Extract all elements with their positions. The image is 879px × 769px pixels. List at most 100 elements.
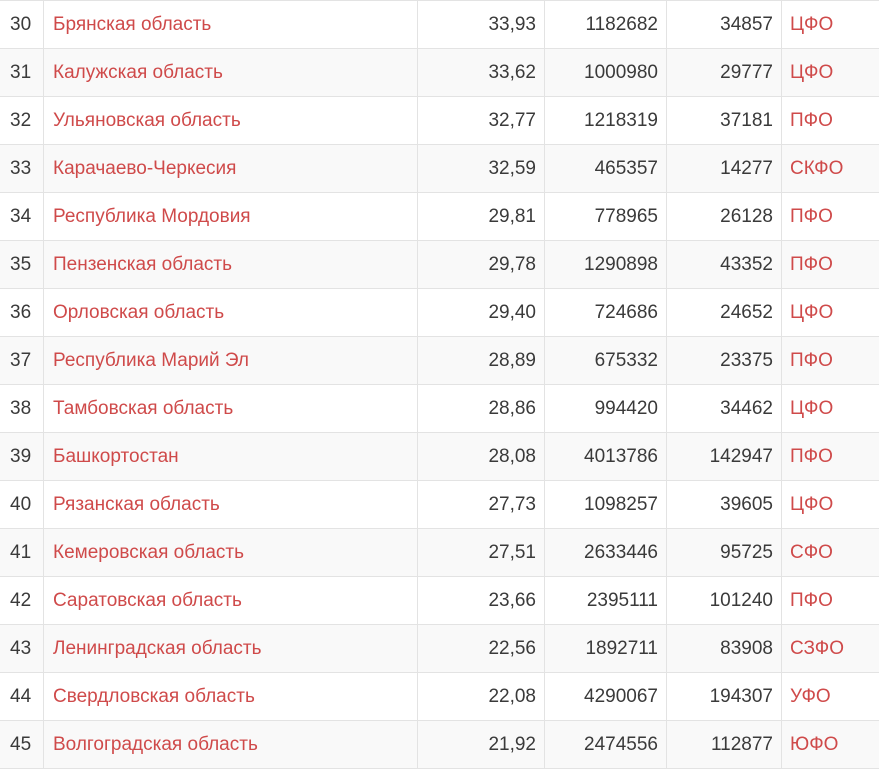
district-cell: ЦФО xyxy=(782,289,879,337)
district-link[interactable]: ПФО xyxy=(790,350,833,371)
table-row: 41 Кемеровская область 27,51 2633446 957… xyxy=(0,529,879,577)
count-cell: 34857 xyxy=(667,1,782,49)
count-cell: 194307 xyxy=(667,673,782,721)
district-link[interactable]: ПФО xyxy=(790,206,833,227)
district-link[interactable]: ЮФО xyxy=(790,734,838,755)
rank-cell: 43 xyxy=(0,625,44,673)
region-link[interactable]: Республика Мордовия xyxy=(53,206,251,227)
table-row: 36 Орловская область 29,40 724686 24652 … xyxy=(0,289,879,337)
population-cell: 675332 xyxy=(545,337,667,385)
table-row: 31 Калужская область 33,62 1000980 29777… xyxy=(0,49,879,97)
district-link[interactable]: ЦФО xyxy=(790,14,833,35)
region-link[interactable]: Ленинградская область xyxy=(53,638,262,659)
percent-cell: 28,86 xyxy=(418,385,545,433)
table-row: 32 Ульяновская область 32,77 1218319 371… xyxy=(0,97,879,145)
count-cell: 43352 xyxy=(667,241,782,289)
region-cell: Волгоградская область xyxy=(44,721,418,769)
percent-cell: 28,08 xyxy=(418,433,545,481)
percent-cell: 28,89 xyxy=(418,337,545,385)
district-cell: ПФО xyxy=(782,97,879,145)
table-row: 42 Саратовская область 23,66 2395111 101… xyxy=(0,577,879,625)
district-link[interactable]: УФО xyxy=(790,686,831,707)
count-cell: 112877 xyxy=(667,721,782,769)
district-link[interactable]: ПФО xyxy=(790,446,833,467)
district-cell: ПФО xyxy=(782,241,879,289)
percent-cell: 29,78 xyxy=(418,241,545,289)
percent-cell: 23,66 xyxy=(418,577,545,625)
region-cell: Ульяновская область xyxy=(44,97,418,145)
district-link[interactable]: ПФО xyxy=(790,590,833,611)
rank-cell: 41 xyxy=(0,529,44,577)
count-cell: 24652 xyxy=(667,289,782,337)
rank-cell: 44 xyxy=(0,673,44,721)
population-cell: 1290898 xyxy=(545,241,667,289)
percent-cell: 22,08 xyxy=(418,673,545,721)
population-cell: 4290067 xyxy=(545,673,667,721)
district-cell: ПФО xyxy=(782,577,879,625)
table-row: 30 Брянская область 33,93 1182682 34857 … xyxy=(0,1,879,49)
region-cell: Республика Мордовия xyxy=(44,193,418,241)
district-cell: ЦФО xyxy=(782,1,879,49)
district-link[interactable]: ЦФО xyxy=(790,62,833,83)
percent-cell: 22,56 xyxy=(418,625,545,673)
district-link[interactable]: ПФО xyxy=(790,254,833,275)
region-link[interactable]: Брянская область xyxy=(53,14,211,35)
rank-cell: 42 xyxy=(0,577,44,625)
region-link[interactable]: Рязанская область xyxy=(53,494,220,515)
population-cell: 724686 xyxy=(545,289,667,337)
district-link[interactable]: СКФО xyxy=(790,158,843,179)
region-link[interactable]: Кемеровская область xyxy=(53,542,244,563)
percent-cell: 32,59 xyxy=(418,145,545,193)
table-row: 40 Рязанская область 27,73 1098257 39605… xyxy=(0,481,879,529)
district-cell: ЦФО xyxy=(782,49,879,97)
district-cell: СКФО xyxy=(782,145,879,193)
district-link[interactable]: ПФО xyxy=(790,110,833,131)
percent-cell: 27,73 xyxy=(418,481,545,529)
region-link[interactable]: Пензенская область xyxy=(53,254,232,275)
district-cell: ЮФО xyxy=(782,721,879,769)
region-cell: Башкортостан xyxy=(44,433,418,481)
rank-cell: 35 xyxy=(0,241,44,289)
region-link[interactable]: Орловская область xyxy=(53,302,224,323)
table-row: 44 Свердловская область 22,08 4290067 19… xyxy=(0,673,879,721)
region-link[interactable]: Волгоградская область xyxy=(53,734,258,755)
percent-cell: 29,81 xyxy=(418,193,545,241)
district-link[interactable]: ЦФО xyxy=(790,398,833,419)
district-link[interactable]: ЦФО xyxy=(790,494,833,515)
region-cell: Республика Марий Эл xyxy=(44,337,418,385)
region-link[interactable]: Республика Марий Эл xyxy=(53,350,249,371)
percent-cell: 32,77 xyxy=(418,97,545,145)
table-row: 39 Башкортостан 28,08 4013786 142947 ПФО xyxy=(0,433,879,481)
region-link[interactable]: Башкортостан xyxy=(53,446,179,467)
count-cell: 37181 xyxy=(667,97,782,145)
population-cell: 778965 xyxy=(545,193,667,241)
region-cell: Пензенская область xyxy=(44,241,418,289)
table-row: 45 Волгоградская область 21,92 2474556 1… xyxy=(0,721,879,769)
region-link[interactable]: Ульяновская область xyxy=(53,110,241,131)
district-link[interactable]: СФО xyxy=(790,542,833,563)
region-cell: Ленинградская область xyxy=(44,625,418,673)
region-link[interactable]: Карачаево-Черкесия xyxy=(53,158,236,179)
region-link[interactable]: Свердловская область xyxy=(53,686,255,707)
district-cell: ЦФО xyxy=(782,385,879,433)
population-cell: 2395111 xyxy=(545,577,667,625)
region-link[interactable]: Саратовская область xyxy=(53,590,242,611)
rank-cell: 39 xyxy=(0,433,44,481)
population-cell: 2474556 xyxy=(545,721,667,769)
district-link[interactable]: ЦФО xyxy=(790,302,833,323)
region-link[interactable]: Калужская область xyxy=(53,62,223,83)
population-cell: 2633446 xyxy=(545,529,667,577)
population-cell: 994420 xyxy=(545,385,667,433)
table-row: 34 Республика Мордовия 29,81 778965 2612… xyxy=(0,193,879,241)
regions-table: 30 Брянская область 33,93 1182682 34857 … xyxy=(0,0,879,769)
table-row: 38 Тамбовская область 28,86 994420 34462… xyxy=(0,385,879,433)
rank-cell: 30 xyxy=(0,1,44,49)
district-cell: СФО xyxy=(782,529,879,577)
count-cell: 34462 xyxy=(667,385,782,433)
region-cell: Орловская область xyxy=(44,289,418,337)
district-link[interactable]: СЗФО xyxy=(790,638,844,659)
region-link[interactable]: Тамбовская область xyxy=(53,398,233,419)
population-cell: 1000980 xyxy=(545,49,667,97)
region-cell: Рязанская область xyxy=(44,481,418,529)
percent-cell: 27,51 xyxy=(418,529,545,577)
